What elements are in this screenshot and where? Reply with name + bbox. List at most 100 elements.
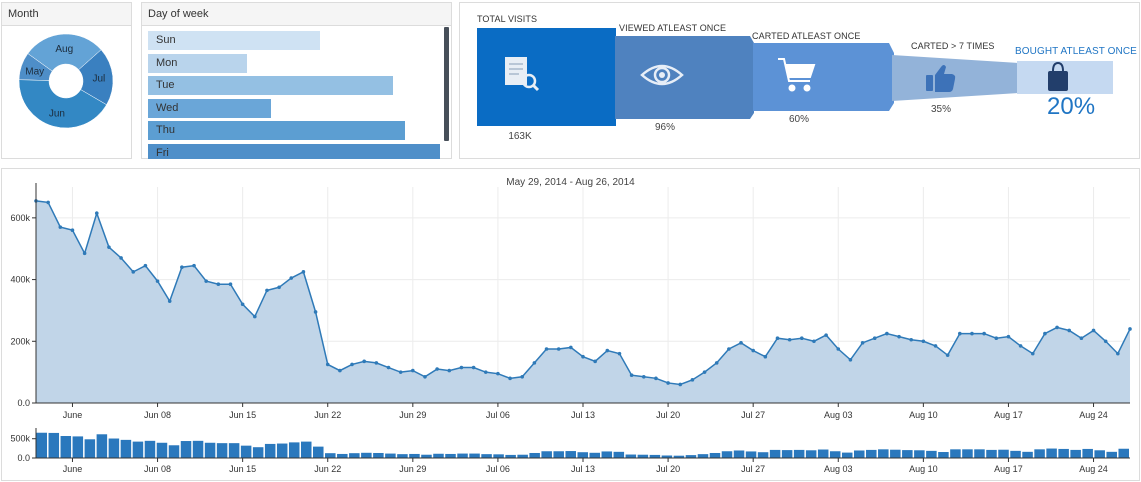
brush-bar[interactable]: [313, 446, 324, 458]
brush-bar[interactable]: [1046, 448, 1057, 458]
data-point[interactable]: [556, 347, 561, 351]
brush-bar[interactable]: [337, 453, 348, 458]
brush-bar[interactable]: [950, 449, 961, 458]
funnel-step-1-shape[interactable]: [477, 28, 615, 126]
data-point[interactable]: [508, 376, 512, 381]
data-point[interactable]: [1006, 334, 1011, 339]
brush-bar[interactable]: [1082, 448, 1093, 458]
brush-bar[interactable]: [240, 445, 252, 458]
data-point[interactable]: [654, 376, 658, 381]
dow-row-sun[interactable]: Sun: [148, 31, 443, 50]
data-point[interactable]: [143, 263, 148, 268]
brush-bar[interactable]: [1094, 450, 1105, 458]
dow-row-tue[interactable]: Tue: [148, 76, 443, 95]
data-point[interactable]: [763, 354, 768, 359]
data-point[interactable]: [82, 251, 87, 256]
data-point[interactable]: [641, 374, 646, 379]
brush-bar[interactable]: [577, 452, 589, 458]
brush-bar[interactable]: [300, 441, 312, 458]
brush-bar[interactable]: [276, 443, 288, 458]
brush-bar[interactable]: [361, 452, 372, 458]
data-point[interactable]: [1079, 336, 1084, 340]
brush-bar[interactable]: [1034, 449, 1045, 458]
brush-bar[interactable]: [998, 449, 1009, 458]
brush-bar[interactable]: [553, 451, 564, 458]
data-point[interactable]: [289, 276, 294, 280]
brush-bar[interactable]: [72, 436, 84, 458]
data-point[interactable]: [325, 362, 330, 367]
data-point[interactable]: [909, 337, 913, 342]
data-point[interactable]: [1128, 327, 1132, 331]
dow-row-wed[interactable]: Wed: [148, 98, 443, 118]
brush-bar[interactable]: [457, 453, 468, 458]
data-point[interactable]: [204, 279, 208, 283]
timeline-area-chart[interactable]: 0.0 200k 400k 600k June Jun 08 Jun 15 Jun 22 Jun…: [2, 169, 1139, 480]
brush-bar[interactable]: [853, 450, 865, 458]
data-point[interactable]: [860, 341, 865, 345]
data-point[interactable]: [520, 374, 525, 379]
brush-bar[interactable]: [156, 442, 168, 458]
data-point[interactable]: [1018, 344, 1023, 348]
data-point[interactable]: [739, 341, 743, 345]
data-point[interactable]: [496, 371, 500, 376]
brush-bar[interactable]: [204, 442, 216, 458]
data-point[interactable]: [459, 365, 464, 370]
data-point[interactable]: [107, 245, 111, 249]
brush-bar[interactable]: [132, 441, 144, 458]
brush-bar[interactable]: [829, 451, 841, 458]
data-point[interactable]: [253, 314, 257, 319]
data-point[interactable]: [690, 378, 695, 382]
brush-bar[interactable]: [1022, 451, 1033, 458]
data-point[interactable]: [751, 348, 755, 353]
month-pie-chart[interactable]: May Aug Jul Jun: [2, 26, 131, 159]
data-point[interactable]: [775, 336, 780, 340]
brush-bar[interactable]: [373, 452, 384, 458]
data-point[interactable]: [982, 331, 986, 336]
data-point[interactable]: [593, 359, 597, 364]
brush-bar[interactable]: [1010, 450, 1021, 458]
data-point[interactable]: [629, 373, 634, 378]
data-point[interactable]: [666, 381, 670, 385]
dow-bar[interactable]: [148, 143, 440, 159]
data-point[interactable]: [569, 345, 573, 350]
brush-bar[interactable]: [192, 440, 204, 458]
data-point[interactable]: [897, 334, 901, 339]
data-point[interactable]: [435, 367, 439, 371]
brush-bar[interactable]: [733, 450, 745, 458]
data-point[interactable]: [994, 336, 999, 340]
brush-bar[interactable]: [878, 449, 889, 458]
data-point[interactable]: [131, 270, 136, 274]
dow-row-fri[interactable]: Fri: [148, 143, 443, 159]
data-point[interactable]: [617, 351, 622, 356]
brush-bar[interactable]: [1106, 451, 1117, 458]
brush-bar[interactable]: [817, 449, 829, 458]
data-point[interactable]: [374, 361, 379, 365]
brush-bar[interactable]: [589, 452, 601, 458]
brush-bar[interactable]: [745, 451, 757, 458]
brush-bar[interactable]: [349, 453, 360, 458]
data-point[interactable]: [800, 336, 804, 340]
brush-bar[interactable]: [120, 439, 132, 458]
data-point[interactable]: [471, 365, 476, 370]
brush-bar[interactable]: [529, 452, 540, 458]
dow-row-mon[interactable]: Mon: [148, 53, 443, 73]
brush-bar[interactable]: [938, 452, 949, 458]
brush-bar[interactable]: [180, 441, 192, 458]
brush-bar[interactable]: [36, 432, 48, 458]
brush-bar[interactable]: [793, 449, 805, 458]
data-point[interactable]: [933, 344, 938, 348]
dow-row-thu[interactable]: Thu: [148, 121, 443, 140]
data-point[interactable]: [313, 310, 318, 314]
brush-bar[interactable]: [769, 449, 781, 458]
data-point[interactable]: [1067, 328, 1072, 333]
data-point[interactable]: [714, 361, 719, 365]
data-point[interactable]: [787, 337, 792, 342]
funnel-step-2-shape[interactable]: [615, 36, 754, 119]
data-point[interactable]: [812, 339, 816, 344]
data-point[interactable]: [228, 282, 233, 286]
funnel-step-3-shape[interactable]: [753, 43, 894, 111]
data-point[interactable]: [970, 331, 974, 336]
data-point[interactable]: [532, 361, 537, 365]
brush-bar[interactable]: [974, 449, 985, 458]
brush-bar[interactable]: [1118, 448, 1129, 458]
